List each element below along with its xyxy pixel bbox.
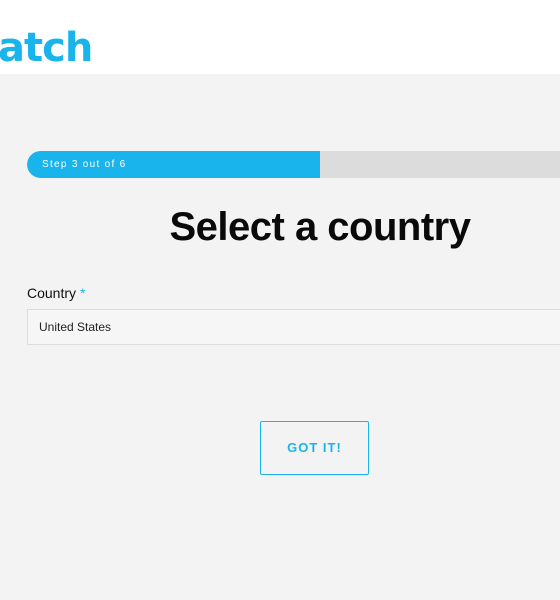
header-bar: atch xyxy=(0,0,560,74)
country-select[interactable]: United States xyxy=(27,309,560,345)
brand-logo[interactable]: atch xyxy=(0,22,93,74)
page-title: Select a country xyxy=(169,205,471,249)
country-select-value: United States xyxy=(39,320,112,334)
required-marker: * xyxy=(80,285,86,301)
country-label-text: Country xyxy=(27,285,77,301)
got-it-button[interactable]: GOT IT! xyxy=(260,421,369,475)
progress-bar: Step 3 out of 6 xyxy=(27,151,560,178)
progress-label: Step 3 out of 6 xyxy=(42,159,127,170)
country-field-label: Country * xyxy=(27,284,85,302)
